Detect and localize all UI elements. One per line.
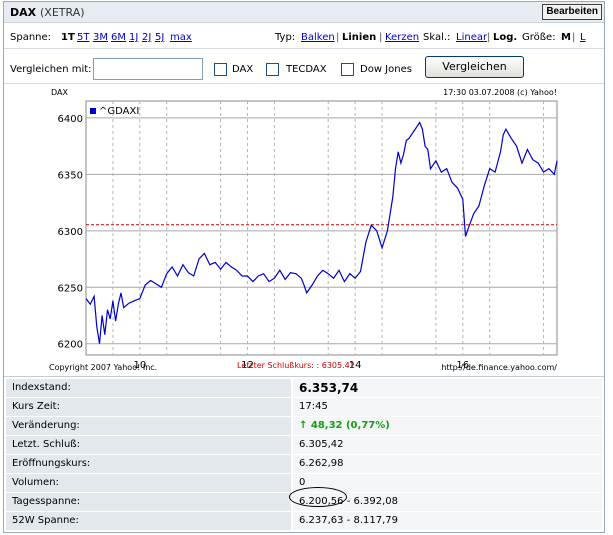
stats-row: Veränderung: ↑ 48,32 (0,77%)	[6, 417, 602, 436]
spanne-option-1t[interactable]: 1T	[61, 32, 75, 43]
y-tick-label: 6250	[58, 283, 83, 294]
chart-area: 6200 6250 6300 6350 6400 10 12 14 16 DAX 17:30 03.…	[4, 85, 604, 377]
compare-bar: Vergleichen mit: DAX TECDAX Dow Jones Ve…	[4, 49, 604, 84]
compare-label: Vergleichen mit:	[10, 64, 92, 75]
spanne-option-max[interactable]: max	[170, 32, 192, 43]
stats-row: Eröffnungskurs: 6.262,98	[6, 455, 602, 474]
checkbox-tecdax[interactable]	[266, 63, 279, 76]
typ-option-balken[interactable]: Balken	[301, 32, 335, 43]
checkbox-dax-label: DAX	[232, 64, 254, 75]
groesse-label: Größe:	[522, 32, 556, 43]
separator: |	[487, 32, 491, 43]
spanne-option-5t[interactable]: 5T	[77, 32, 89, 43]
legend-swatch	[90, 108, 96, 114]
stats-key: Tagesspanne:	[6, 493, 291, 511]
edit-button[interactable]: Bearbeiten	[542, 4, 602, 20]
compare-input[interactable]	[93, 58, 203, 80]
copyright-text: Copyright 2007 Yahoo! Inc.	[49, 363, 157, 372]
checkbox-dow-jones[interactable]	[341, 63, 354, 76]
stats-row: Indexstand: 6.353,74	[6, 379, 602, 398]
skala-label: Skal.:	[423, 32, 451, 43]
stats-key: 52W Spanne:	[6, 512, 291, 530]
chart-widget: DAX (XETRA) Bearbeiten Spanne: 1T 5T 3M …	[3, 1, 605, 533]
stats-value: ↑ 48,32 (0,77%)	[293, 417, 602, 435]
title-bar: DAX (XETRA) Bearbeiten	[4, 2, 604, 23]
skala-option-log[interactable]: Log.	[493, 32, 517, 43]
up-arrow-icon: ↑	[299, 420, 311, 431]
compare-button[interactable]: Vergleichen	[425, 56, 524, 78]
chart-timestamp: 17:30 03.07.2008 (c) Yahoo!	[443, 88, 557, 97]
stats-row: Kurs Zeit: 17:45	[6, 398, 602, 417]
index-title: DAX	[10, 6, 37, 19]
stats-key: Indexstand:	[6, 379, 291, 397]
stats-value: 6.237,63 - 8.117,79	[293, 512, 602, 530]
y-tick-label: 6350	[58, 170, 83, 181]
spanne-label: Spanne:	[10, 32, 52, 43]
spanne-option-6m[interactable]: 6M	[111, 32, 126, 43]
typ-option-kerzen[interactable]: Kerzen	[385, 32, 419, 43]
stats-value: 6.262,98	[293, 455, 602, 473]
skala-option-linear[interactable]: Linear	[456, 32, 487, 43]
separator: |	[336, 32, 340, 43]
spanne-option-5j[interactable]: 5J	[155, 32, 164, 43]
stats-key: Veränderung:	[6, 417, 291, 435]
stats-row: 52W Spanne: 6.237,63 - 8.117,79	[6, 512, 602, 531]
groesse-option-m[interactable]: M	[561, 32, 571, 43]
legend-label: ^GDAXI	[99, 106, 139, 117]
stats-key: Eröffnungskurs:	[6, 455, 291, 473]
stats-value: 17:45	[293, 398, 602, 416]
separator: |	[572, 32, 576, 43]
stats-key: Kurs Zeit:	[6, 398, 291, 416]
groesse-option-l[interactable]: L	[580, 32, 586, 43]
stats-row: Letzt. Schluß: 6.305,42	[6, 436, 602, 455]
stats-value: 6.353,74	[293, 379, 602, 397]
highlight-oval	[289, 487, 347, 507]
options-bar: Spanne: 1T 5T 3M 6M 1J 2J 5J max Typ: Ba…	[4, 24, 604, 49]
typ-option-linien[interactable]: Linien	[342, 32, 376, 43]
source-url: http://de.finance.yahoo.com/	[441, 363, 557, 372]
plot-frame	[85, 100, 558, 356]
exchange-label: (XETRA)	[40, 6, 85, 19]
prev-close-label: Letzter Schlußkurs: : 6305.42	[237, 361, 355, 370]
checkbox-tecdax-label: TECDAX	[286, 64, 327, 75]
spanne-option-1j[interactable]: 1J	[129, 32, 138, 43]
typ-label: Typ:	[275, 32, 296, 43]
stats-key: Volumen:	[6, 474, 291, 492]
y-tick-label: 6300	[58, 227, 83, 238]
change-value: 48,32 (0,77%)	[310, 420, 390, 431]
line-chart: 6200625063006350640010 12 14 16DAX 17:30 03.…	[49, 88, 558, 372]
y-tick-label: 6400	[58, 114, 83, 125]
checkbox-dax[interactable]	[214, 63, 227, 76]
stats-key: Letzt. Schluß:	[6, 436, 291, 454]
spanne-option-2j[interactable]: 2J	[142, 32, 151, 43]
y-axis-label: DAX	[51, 88, 68, 97]
stats-value: 6.305,42	[293, 436, 602, 454]
separator: |	[379, 32, 383, 43]
spanne-option-3m[interactable]: 3M	[93, 32, 108, 43]
y-tick-label: 6200	[58, 340, 83, 351]
checkbox-dow-jones-label: Dow Jones	[360, 64, 412, 75]
